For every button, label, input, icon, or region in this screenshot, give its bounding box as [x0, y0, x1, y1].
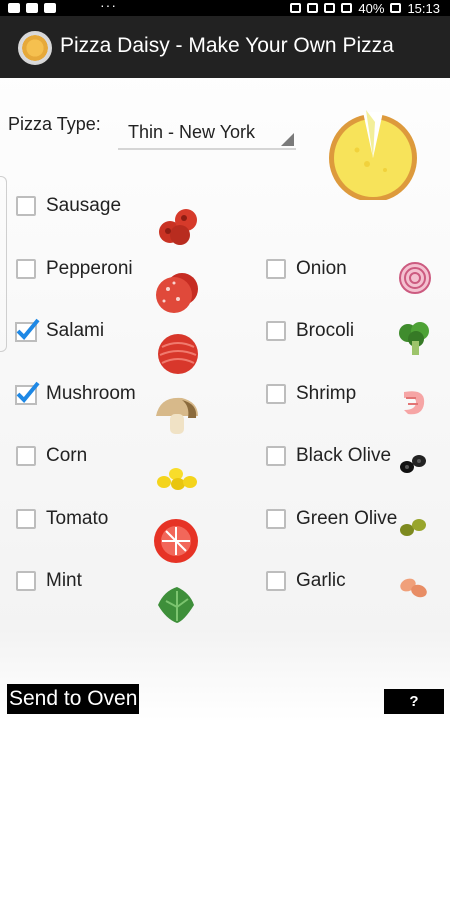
- app-bar: Pizza Daisy - Make Your Own Pizza: [0, 16, 450, 78]
- onion-icon: [399, 262, 431, 294]
- topping-mushroom[interactable]: Mushroom: [15, 376, 216, 434]
- salami-checkbox[interactable]: [15, 318, 40, 342]
- topping-tomato[interactable]: Tomato: [16, 501, 216, 563]
- checkmark-icon: [15, 381, 40, 405]
- sausage-icon: [159, 209, 197, 245]
- topping-pepperoni[interactable]: Pepperoni: [16, 251, 216, 313]
- brocoli-checkbox[interactable]: [266, 321, 286, 341]
- pizza-preview-icon: [329, 110, 417, 200]
- brocoli-icon: [399, 322, 429, 355]
- topping-onion[interactable]: Onion: [266, 251, 436, 294]
- topping-label: Mint: [46, 570, 82, 591]
- battery-icon: [390, 3, 402, 13]
- shrimp-icon: [404, 391, 425, 415]
- pepperoni-checkbox[interactable]: [16, 259, 36, 279]
- topping-label: Shrimp: [296, 383, 357, 404]
- topping-mint[interactable]: Mint: [16, 563, 216, 623]
- topping-salami[interactable]: Salami: [15, 313, 216, 374]
- green-olive-icon: [400, 519, 426, 536]
- pizza-logo-icon: [18, 31, 52, 65]
- alarm-icon: [307, 3, 319, 13]
- black-olive-checkbox[interactable]: [266, 446, 286, 466]
- topping-label: Pepperoni: [46, 258, 133, 279]
- onion-checkbox[interactable]: [266, 259, 286, 279]
- topping-label: Garlic: [296, 570, 346, 591]
- dropdown-arrow-icon: [281, 133, 294, 146]
- more-notifications: ···: [100, 0, 117, 13]
- topping-black-olive[interactable]: Black Olive: [266, 438, 436, 478]
- topping-green-olive[interactable]: Green Olive: [266, 501, 436, 541]
- pizza-type-label: Pizza Type:: [8, 114, 101, 134]
- topping-brocoli[interactable]: Brocoli: [266, 313, 436, 355]
- mint-checkbox[interactable]: [16, 571, 36, 591]
- image-notification-icon: [8, 3, 20, 13]
- corn-icon: [157, 468, 197, 490]
- topping-label: Brocoli: [296, 320, 355, 341]
- tomato-icon: [154, 519, 198, 563]
- topping-label: Salami: [46, 320, 105, 341]
- mushroom-checkbox[interactable]: [15, 381, 40, 405]
- mushroom-icon: [156, 397, 198, 434]
- topping-corn[interactable]: Corn: [16, 438, 216, 490]
- pizza-type-dropdown[interactable]: Thin - New York: [118, 114, 296, 150]
- mint-icon: [158, 587, 194, 623]
- whatsapp-notification-icon: [44, 3, 56, 13]
- topping-label: Green Olive: [296, 508, 398, 529]
- notification-icons: [8, 0, 56, 16]
- garlic-icon: [400, 578, 427, 598]
- help-button[interactable]: ?: [384, 689, 444, 714]
- garlic-checkbox[interactable]: [266, 571, 286, 591]
- topping-label: Tomato: [46, 508, 109, 529]
- app-title: Pizza Daisy - Make Your Own Pizza: [60, 34, 394, 57]
- topping-label: Mushroom: [46, 383, 136, 404]
- green-olive-checkbox[interactable]: [266, 509, 286, 529]
- status-bar: ··· 40% 15:13: [0, 0, 450, 16]
- signal-icon: [341, 3, 353, 13]
- black-olive-icon: [400, 455, 426, 473]
- salami-icon: [158, 334, 198, 374]
- topping-garlic[interactable]: Garlic: [266, 563, 436, 603]
- sync-notification-icon: [26, 3, 38, 13]
- topping-label: Onion: [296, 258, 347, 279]
- sausage-checkbox[interactable]: [16, 196, 36, 216]
- pepperoni-icon: [156, 273, 198, 313]
- topping-label: Sausage: [46, 195, 122, 216]
- topping-sausage[interactable]: Sausage: [16, 188, 216, 245]
- topping-label: Black Olive: [296, 445, 392, 466]
- tomato-checkbox[interactable]: [16, 509, 36, 529]
- corn-checkbox[interactable]: [16, 446, 36, 466]
- shrimp-checkbox[interactable]: [266, 384, 286, 404]
- bluetooth-icon: [290, 3, 302, 13]
- checkmark-icon: [15, 318, 40, 342]
- send-to-oven-button[interactable]: Send to Oven: [7, 684, 139, 714]
- topping-shrimp[interactable]: Shrimp: [266, 376, 436, 416]
- battery-level: 40%: [358, 0, 385, 16]
- clock: 15:13: [407, 0, 440, 16]
- wifi-icon: [324, 3, 336, 13]
- topping-label: Corn: [46, 445, 88, 466]
- pizza-type-value: Thin - New York: [128, 122, 256, 142]
- drawer-edge[interactable]: [0, 176, 7, 352]
